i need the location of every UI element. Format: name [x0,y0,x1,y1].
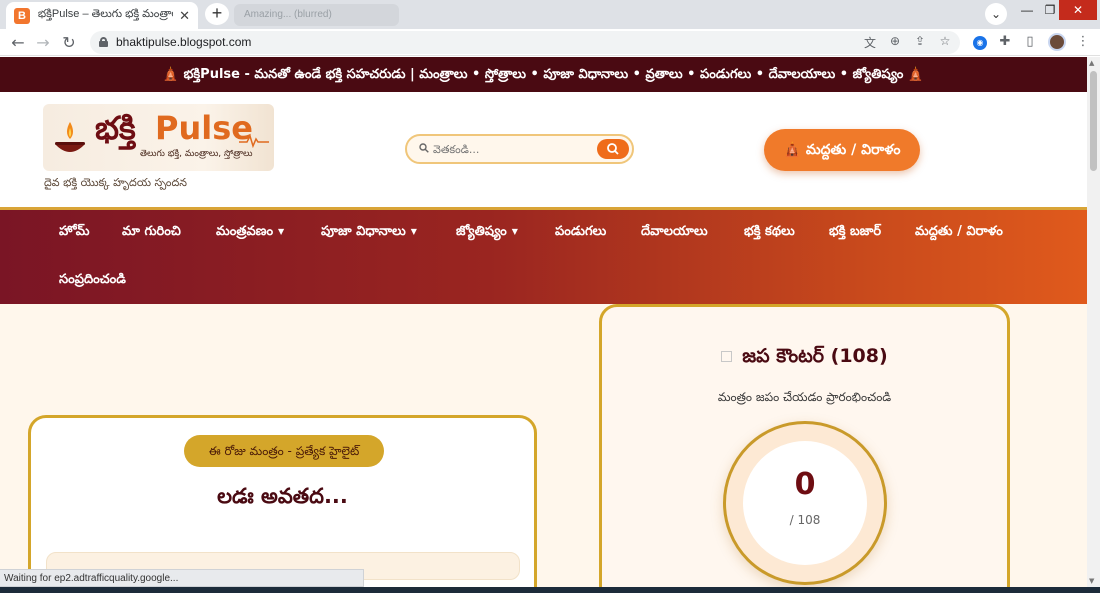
zoom-icon[interactable]: ⊕ [887,34,903,48]
nav-item-festivals[interactable]: పండుగలు [555,224,606,242]
caret-down-icon: ▼ [410,227,417,236]
search-icon [419,143,429,153]
caret-down-icon: ▼ [278,227,285,236]
japa-counter-title-text: జప కౌంటర్ (108) [742,345,888,367]
page-viewport: 🛕 భక్తిPulse - మనతో ఉండే భక్తి సహచరుడు |… [0,57,1087,593]
lock-icon[interactable] [99,37,108,47]
nav-item-temples[interactable]: దేవాలయాలు [641,224,708,242]
logo-text-bhakti: భక్తి [95,109,136,147]
nav-item-mantras-label: మంత్రవణం [216,224,274,239]
site-header: భక్తి Pulse తెలుగు భక్తి, మంత్రాలు, స్తో… [0,92,1087,209]
scroll-thumb[interactable] [1090,71,1097,171]
nav-item-puja-label: పూజా విధానాలు [321,224,406,239]
tab-close-icon[interactable]: ✕ [179,8,190,24]
mantra-of-the-day-card: ఈ రోజు మంత్రం - ప్రత్యేక హైలైట్ లడః అవతద… [28,415,537,593]
pulse-wave-icon [239,134,269,148]
forward-arrow-icon[interactable]: → [33,33,53,53]
search-box[interactable] [405,134,634,164]
translate-icon[interactable]: 文 [862,34,878,51]
nav-item-mantras[interactable]: మంత్రవణం ▼ [216,224,284,242]
japa-counter-subtitle: మంత్రం జపం చేయడం ప్రారంభించండి [717,390,892,404]
url-text[interactable]: bhaktipulse.blogspot.com [116,35,251,49]
announcement-bar: 🛕 భక్తిPulse - మనతో ఉండే భక్తి సహచరుడు |… [0,57,1087,92]
donate-button[interactable]: 🛕 మద్దతు / విరాళం [764,129,920,171]
address-bar[interactable]: bhaktipulse.blogspot.com 文 ⊕ ⇪ ☆ [90,31,960,54]
share-icon[interactable]: ⇪ [912,34,928,48]
site-logo[interactable]: భక్తి Pulse తెలుగు భక్తి, మంత్రాలు, స్తో… [43,104,274,171]
scroll-down-arrow-icon[interactable]: ▼ [1089,577,1094,585]
nav-item-home[interactable]: హోమ్ [59,224,89,242]
new-tab-button[interactable]: + [205,3,229,25]
mantra-highlight-badge: ఈ రోజు మంత్రం - ప్రత్యేక హైలైట్ [184,435,384,467]
nav-item-astrology-label: జ్యోతిష్యం [456,224,507,239]
nav-item-support[interactable]: మద్దతు / విరాళం [915,224,1003,242]
japa-counter-title: జప కౌంటర్ (108) [602,345,1007,372]
main-navigation: హోమ్ మా గురించి మంత్రవణం ▼ పూజా విధానాలు ▼… [0,207,1087,304]
scroll-up-arrow-icon[interactable]: ▲ [1089,59,1094,67]
tab-search-chevron-icon[interactable]: ⌄ [985,3,1007,25]
japa-counter-card: జప కౌంటర్ (108) మంత్రం జపం చేయడం ప్రారంభ… [599,304,1010,593]
sidebar-icon[interactable]: ▯ [1021,34,1039,49]
japa-counter-button[interactable]: 0 / 108 [723,421,887,585]
browser-tab-active[interactable]: B భక్తిPulse – తెలుగు భక్తి మంత్రాలు, స్… [6,2,198,29]
menu-icon[interactable]: ⋮ [1074,34,1092,49]
page-scrollbar[interactable]: ▲ ▼ [1087,57,1100,593]
reload-icon[interactable]: ↻ [59,33,79,53]
bookmark-star-icon[interactable]: ☆ [937,34,953,48]
japa-counter-display: 0 / 108 [743,441,867,565]
back-arrow-icon[interactable]: ← [8,33,28,53]
nav-item-about[interactable]: మా గురించి [122,224,181,242]
window-close-button[interactable]: ✕ [1059,0,1097,20]
nav-item-bazaar[interactable]: భక్తి బజార్ [829,224,881,242]
japa-count-value: 0 [794,467,816,502]
japa-count-total: / 108 [789,513,821,527]
nav-item-stories[interactable]: భక్తి కథలు [744,224,795,242]
mantra-loading-text: లడః అవతద... [217,484,348,508]
nav-item-puja[interactable]: పూజా విధానాలు ▼ [321,224,417,242]
tab-title: భక్తిPulse – తెలుగు భక్తి మంత్రాలు, స్తో [37,8,173,20]
profile-avatar[interactable] [1048,33,1066,51]
diya-lamp-icon [55,122,85,152]
nav-item-contact[interactable]: సంప్రదించండి [59,272,126,290]
blogger-favicon-icon: B [14,7,30,24]
browser-tabstrip: B భక్తిPulse – తెలుగు భక్తి మంత్రాలు, స్… [0,0,1100,29]
logo-tagline: తెలుగు భక్తి, మంత్రాలు, స్తోత్రాలు [140,149,253,159]
broken-image-icon [721,351,733,362]
search-button-icon [607,143,619,155]
site-description: దైవ భక్తి యొక్క హృదయ స్పందన [44,176,187,189]
background-tab-ghost: Amazing... (blurred) [234,4,399,26]
search-button[interactable] [597,139,629,159]
browser-toolbar: ← → ↻ bhaktipulse.blogspot.com 文 ⊕ ⇪ ☆ ◉… [0,29,1100,56]
puzzle-icon[interactable]: ✚ [996,34,1014,49]
caret-down-icon: ▼ [511,227,518,236]
os-taskbar [0,587,1100,593]
nav-item-astrology[interactable]: జ్యోతిష్యం ▼ [456,224,518,242]
extension-icon[interactable]: ◉ [973,36,987,50]
browser-status-bar: Waiting for ep2.adtrafficquality.google.… [0,569,364,587]
search-input[interactable] [433,140,593,158]
